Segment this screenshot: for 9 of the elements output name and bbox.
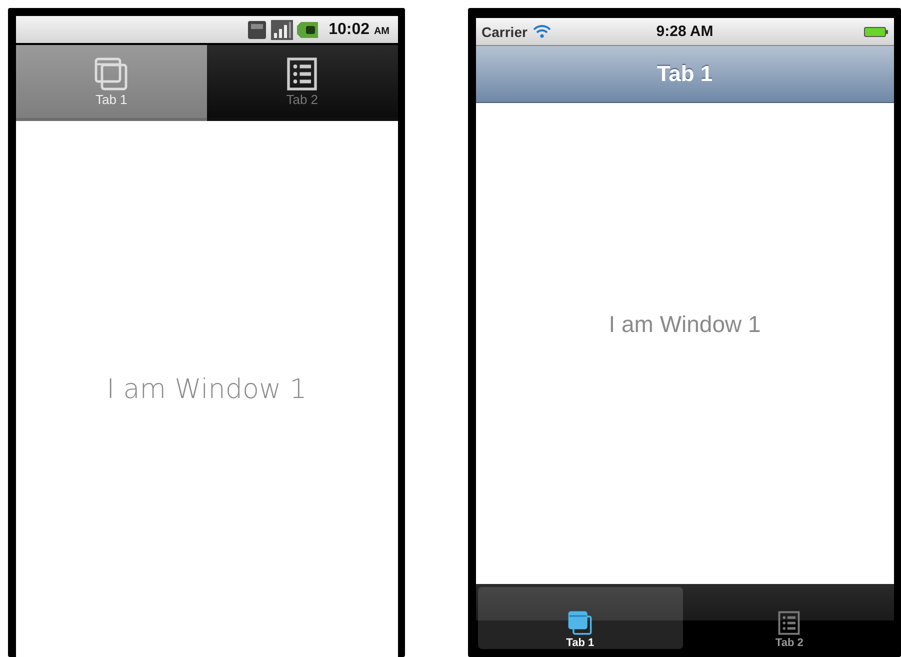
navigation-title: Tab 1	[656, 61, 713, 87]
clock: 9:28 AM	[656, 23, 714, 40]
carrier-name: Carrier	[482, 24, 528, 40]
tab[interactable]: Tab 1	[478, 587, 683, 649]
clock: 10:02 AM	[328, 20, 390, 38]
tab[interactable]: Tab 2	[206, 45, 398, 121]
window-text: I am Window 1	[608, 311, 761, 338]
tab[interactable]: Tab 2	[686, 587, 892, 649]
window-text: I am Window 1	[106, 374, 307, 404]
